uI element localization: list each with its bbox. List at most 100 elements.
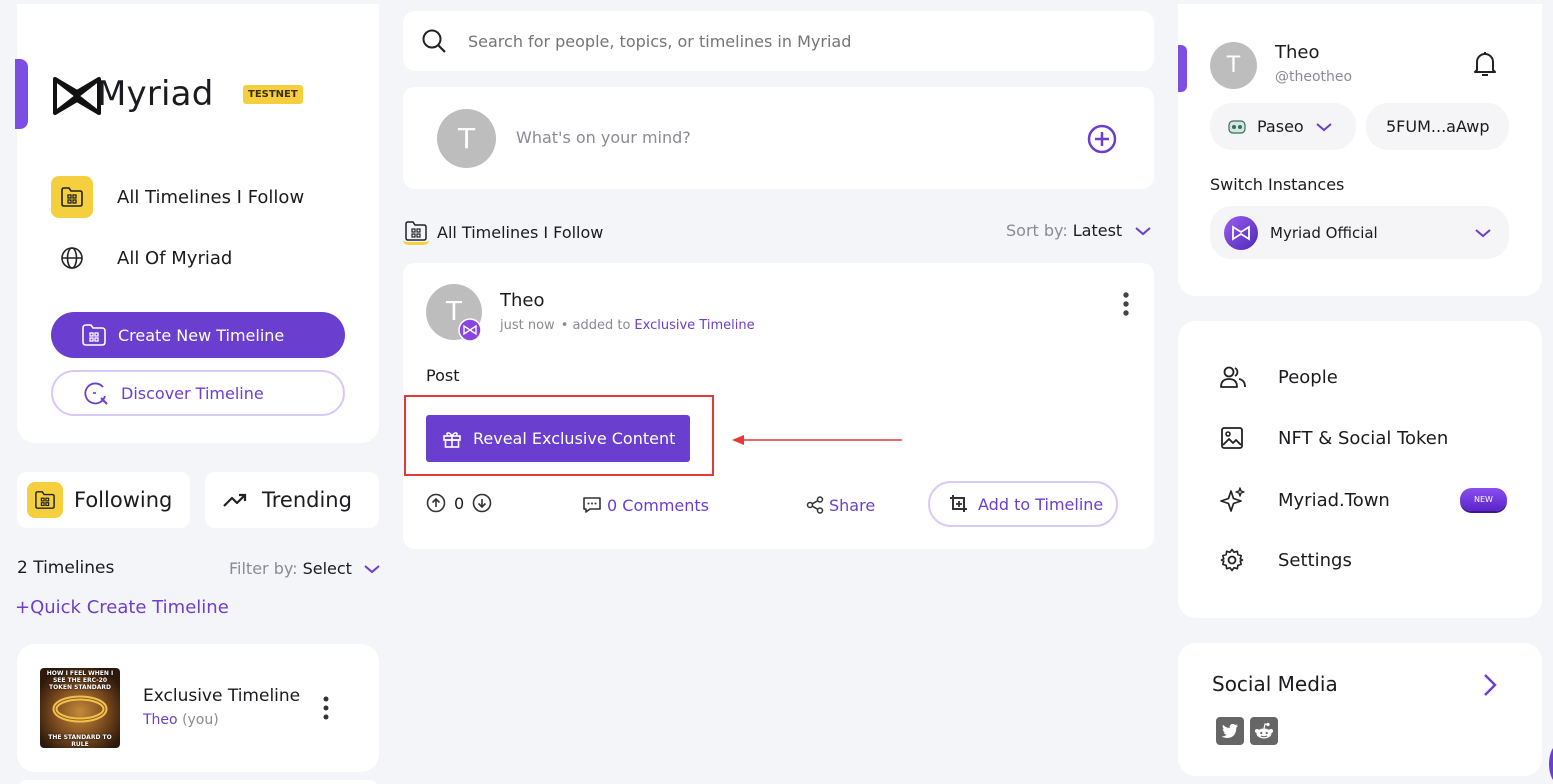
chevron-down-icon — [364, 564, 380, 573]
menu-item-myriad-town[interactable]: Myriad.Town — [1220, 487, 1390, 513]
menu-label: Settings — [1278, 549, 1352, 571]
more-vertical-icon[interactable] — [1122, 291, 1130, 317]
annotation-highlight-box — [404, 395, 714, 476]
myriad-instance-icon — [458, 318, 482, 342]
comments-button[interactable]: 0 Comments — [582, 495, 709, 515]
post-time: just now — [500, 318, 555, 333]
filter-label: Filter by: — [229, 559, 298, 578]
chevron-down-icon — [1316, 122, 1332, 131]
timeline-thumbnail: HOW I FEEL WHEN I SEE THE ERC-20 TOKEN S… — [40, 668, 120, 748]
owner-name: Theo — [143, 712, 178, 728]
discover-timeline-button[interactable]: Discover Timeline — [51, 370, 345, 416]
people-icon — [1220, 366, 1246, 388]
menu-label: Myriad.Town — [1278, 489, 1390, 511]
add-post-icon[interactable] — [1086, 123, 1118, 155]
instance-name: Myriad Official — [1270, 223, 1378, 242]
add-to-timeline-button[interactable]: Add to Timeline — [928, 481, 1118, 527]
sort-label: Sort by: — [1006, 221, 1068, 240]
brand-name: Myriad — [97, 74, 214, 114]
post-timeline-link[interactable]: Exclusive Timeline — [634, 318, 754, 333]
right-menu-card: People NFT & Social Token Myriad.Town NE… — [1178, 321, 1542, 618]
post-author[interactable]: Theo — [500, 290, 545, 311]
next-list-item — [17, 780, 379, 784]
chevron-right-icon[interactable] — [1483, 673, 1497, 697]
folder-grid-icon — [82, 324, 106, 346]
search-bar[interactable] — [403, 11, 1154, 71]
add-to-timeline-icon — [950, 495, 967, 512]
sort-value: Latest — [1072, 221, 1123, 240]
meme-bottom-text: THE STANDARD TO RULE — [48, 734, 112, 748]
share-button[interactable]: Share — [805, 495, 875, 515]
filter-dropdown[interactable]: Filter by: Select — [229, 559, 380, 578]
create-new-timeline-button[interactable]: Create New Timeline — [51, 312, 345, 358]
menu-item-people[interactable]: People — [1220, 365, 1338, 389]
testnet-badge: TESTNET — [243, 85, 303, 104]
timeline-owner: Theo (you) — [143, 712, 219, 728]
button-label: Discover Timeline — [121, 383, 264, 403]
sort-dropdown[interactable]: Sort by: Latest — [1006, 221, 1151, 240]
network-selector[interactable]: Paseo — [1210, 103, 1356, 150]
vote-controls: 0 — [426, 493, 492, 513]
nav-all-of-myriad[interactable]: All Of Myriad — [51, 237, 232, 279]
avatar[interactable]: T — [1210, 42, 1257, 89]
chevron-down-icon — [1475, 228, 1491, 237]
tab-trending[interactable]: Trending — [205, 472, 379, 528]
more-vertical-icon[interactable] — [323, 696, 329, 720]
menu-item-settings[interactable]: Settings — [1220, 548, 1352, 572]
downvote-icon[interactable] — [472, 493, 492, 513]
switch-instances-label: Switch Instances — [1210, 175, 1345, 194]
button-label: Add to Timeline — [978, 494, 1104, 514]
feed-title: All Timelines I Follow — [403, 219, 603, 245]
vote-count: 0 — [454, 493, 465, 513]
discover-search-icon — [84, 382, 108, 405]
tab-following[interactable]: Following — [17, 472, 190, 528]
sparkle-icon — [1220, 487, 1245, 512]
menu-item-nft[interactable]: NFT & Social Token — [1220, 426, 1448, 450]
owner-suffix: (you) — [182, 712, 219, 728]
share-icon — [806, 496, 824, 514]
social-media-card: Social Media — [1178, 643, 1542, 776]
meme-top-text: HOW I FEEL WHEN I SEE THE ERC-20 TOKEN S… — [46, 670, 114, 691]
search-icon — [422, 29, 446, 53]
compose-input[interactable]: What's on your mind? — [516, 128, 691, 147]
globe-icon — [51, 237, 93, 279]
active-indicator — [1178, 45, 1187, 92]
ring-image — [52, 695, 108, 723]
nav-label: All Timelines I Follow — [117, 186, 305, 208]
folder-grid-icon — [51, 176, 93, 218]
post-meta: just now • added to Exclusive Timeline — [500, 318, 755, 333]
feed-title-text: All Timelines I Follow — [437, 222, 604, 242]
menu-label: NFT & Social Token — [1278, 427, 1449, 449]
social-media-title: Social Media — [1212, 672, 1338, 696]
timeline-list-item[interactable]: HOW I FEEL WHEN I SEE THE ERC-20 TOKEN S… — [17, 644, 379, 772]
trending-up-icon — [223, 493, 247, 507]
profile-card: T Theo @theotheo Paseo 5FUM...aAwp Switc… — [1178, 4, 1542, 296]
timeline-name: Exclusive Timeline — [143, 686, 301, 706]
image-icon — [1221, 427, 1243, 449]
myriad-logo-icon — [53, 77, 101, 115]
search-input[interactable] — [468, 31, 1108, 51]
upvote-icon[interactable] — [426, 493, 446, 513]
nav-all-timelines-i-follow[interactable]: All Timelines I Follow — [51, 176, 304, 218]
button-label: Create New Timeline — [118, 325, 285, 345]
timelines-count: 2 Timelines — [17, 558, 115, 578]
comment-icon — [583, 497, 601, 513]
twitter-icon[interactable] — [1216, 717, 1244, 745]
gear-icon — [1220, 548, 1244, 572]
wallet-address[interactable]: 5FUM...aAwp — [1366, 103, 1509, 150]
nav-label: All Of Myriad — [117, 247, 233, 269]
quick-create-timeline-link[interactable]: +Quick Create Timeline — [15, 597, 229, 618]
post-added-to: • added to — [560, 318, 631, 333]
compose-card: T What's on your mind? — [403, 87, 1154, 189]
bell-icon[interactable] — [1472, 50, 1498, 78]
floating-action-button[interactable] — [1549, 744, 1553, 784]
folder-grid-icon — [403, 219, 429, 245]
chevron-down-icon — [1135, 226, 1151, 235]
post-body: Post — [426, 366, 460, 385]
instance-selector[interactable]: Myriad Official — [1210, 206, 1509, 259]
profile-handle: @theotheo — [1275, 69, 1353, 85]
reddit-icon[interactable] — [1250, 717, 1278, 745]
network-icon — [1228, 119, 1246, 134]
annotation-arrow — [732, 435, 902, 445]
tab-label: Trending — [262, 488, 352, 512]
